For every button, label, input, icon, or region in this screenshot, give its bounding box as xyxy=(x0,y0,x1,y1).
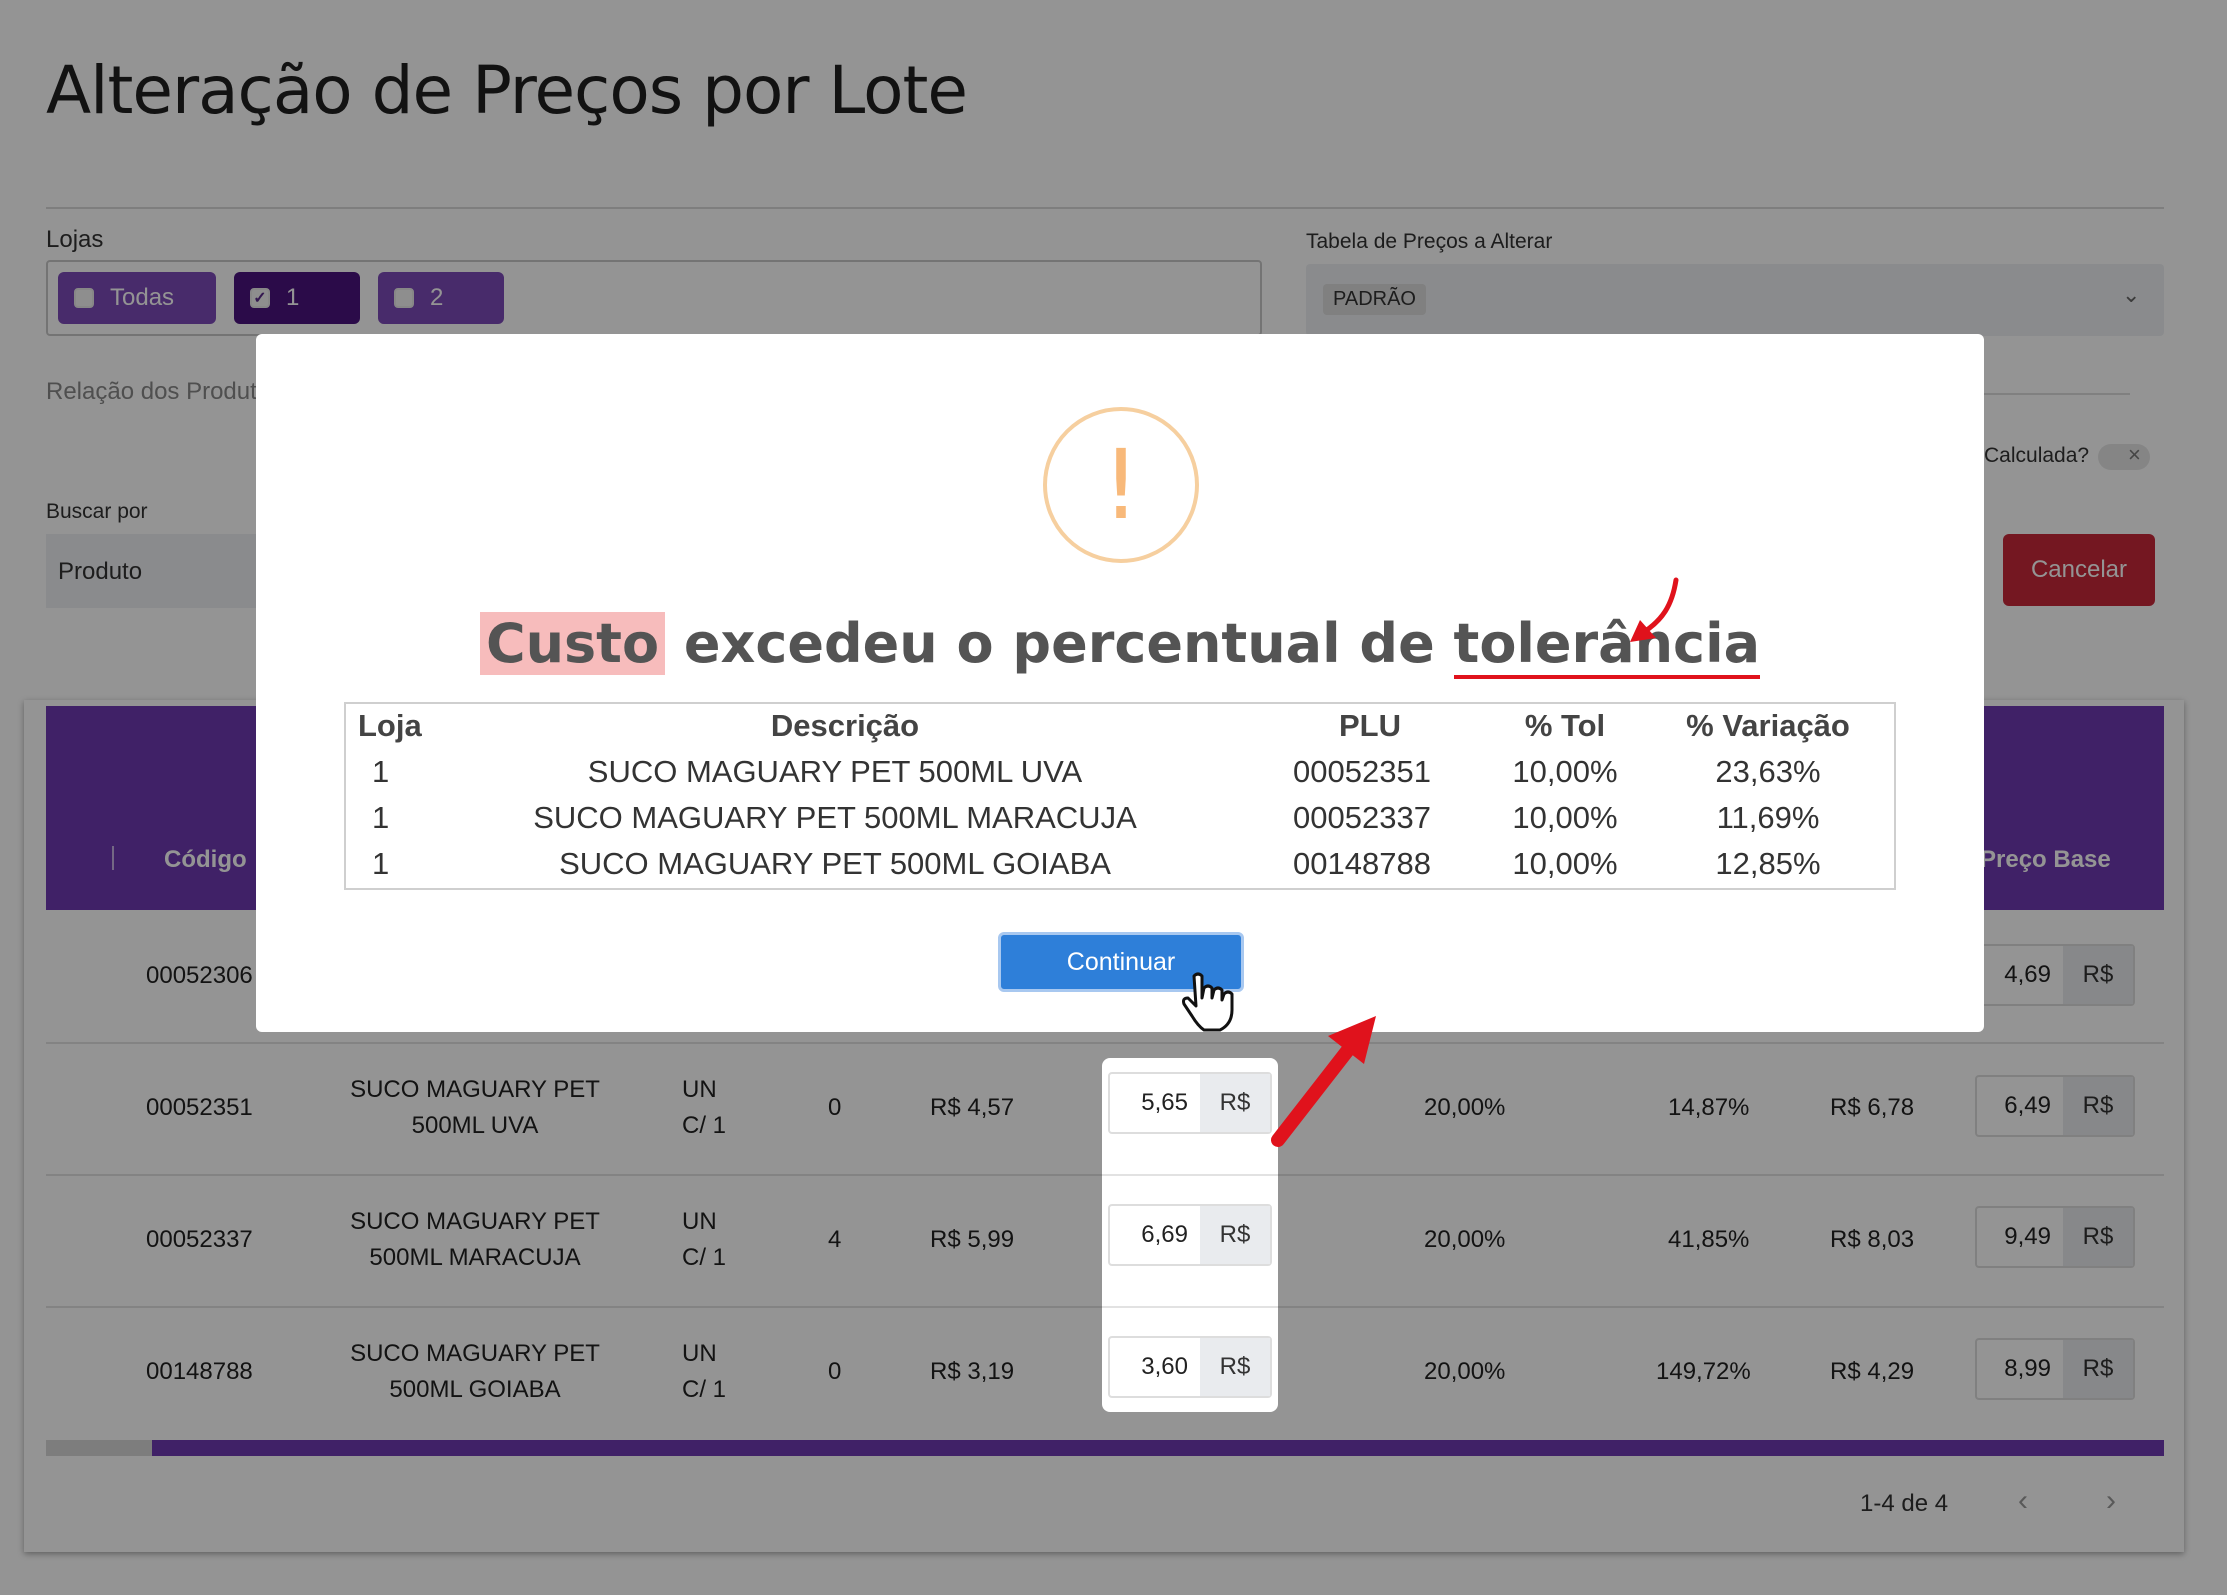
tolerance-cell-loja: 1 xyxy=(372,800,390,835)
tolerance-cell-variacao: 11,69% xyxy=(1716,800,1820,835)
tolerance-cell-plu: 00148788 xyxy=(1293,846,1431,881)
tolerance-cell-loja: 1 xyxy=(372,846,390,881)
currency-addon: R$ xyxy=(1200,1074,1270,1132)
dialog-title: Custo excedeu o percentual de tolerância xyxy=(300,612,1940,679)
new-cost-value: 5,65 xyxy=(1141,1089,1188,1116)
tolerance-cell-tol: 10,00% xyxy=(1512,846,1618,881)
dialog-title-underlined: tolerância xyxy=(1453,612,1761,679)
currency-addon: R$ xyxy=(1200,1206,1270,1264)
tolerance-cell-descricao: SUCO MAGUARY PET 500ML UVA xyxy=(587,754,1083,789)
new-cost-input[interactable]: 6,69 R$ xyxy=(1108,1204,1272,1266)
tolerance-header-variacao: % Variação xyxy=(1686,708,1850,743)
annotation-arrow-icon xyxy=(1630,577,1679,642)
tolerance-header-loja: Loja xyxy=(358,708,422,743)
tolerance-cell-plu: 00052351 xyxy=(1293,754,1431,789)
tolerance-header-descricao: Descrição xyxy=(770,708,920,743)
dialog-title-text: excedeu o percentual de xyxy=(665,612,1454,675)
tolerance-cell-tol: 10,00% xyxy=(1512,754,1618,789)
row-divider xyxy=(1102,1306,1278,1308)
tolerance-cell-variacao: 23,63% xyxy=(1715,754,1821,789)
tolerance-cell-loja: 1 xyxy=(372,754,390,789)
new-cost-value: 3,60 xyxy=(1141,1353,1188,1380)
new-cost-value: 6,69 xyxy=(1141,1221,1188,1248)
tolerance-cell-descricao: SUCO MAGUARY PET 500ML GOIABA xyxy=(559,846,1111,881)
row-divider xyxy=(1102,1174,1278,1176)
tolerance-header-tol: % Tol xyxy=(1524,708,1606,743)
tolerance-cell-descricao: SUCO MAGUARY PET 500ML MARACUJA xyxy=(533,800,1137,835)
tolerance-header-plu: PLU xyxy=(1339,708,1401,743)
tolerance-cell-tol: 10,00% xyxy=(1512,800,1618,835)
annotation-arrow-icon xyxy=(1271,1016,1376,1147)
new-cost-input[interactable]: 5,65 R$ xyxy=(1108,1072,1272,1134)
currency-addon: R$ xyxy=(1200,1338,1270,1396)
exclamation-icon: ! xyxy=(1043,407,1199,563)
hand-cursor-icon xyxy=(1182,972,1234,1032)
dialog-title-highlight: Custo xyxy=(479,612,666,675)
tolerance-cell-plu: 00052337 xyxy=(1293,800,1431,835)
new-cost-input[interactable]: 3,60 R$ xyxy=(1108,1336,1272,1398)
tolerance-cell-variacao: 12,85% xyxy=(1715,846,1821,881)
